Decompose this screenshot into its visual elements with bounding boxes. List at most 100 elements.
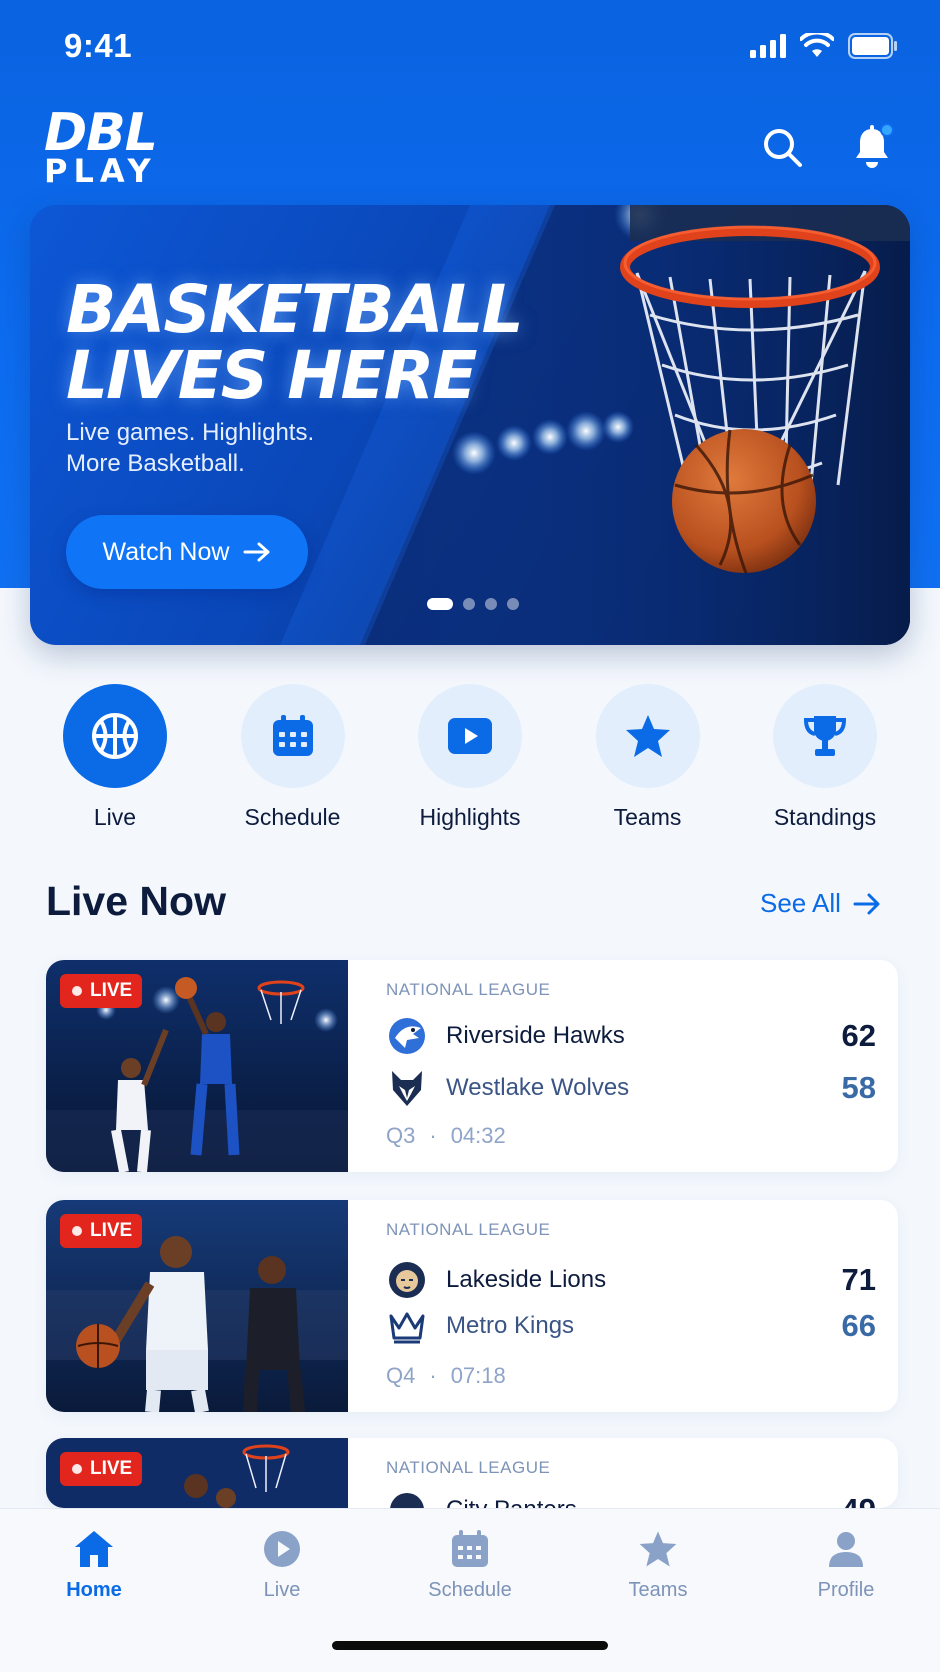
category-schedule[interactable]: Schedule [208, 684, 378, 831]
nav-label: Schedule [428, 1579, 512, 1601]
carousel-dot[interactable] [427, 598, 453, 610]
profile-icon [829, 1532, 863, 1567]
team-score: 62 [841, 1018, 876, 1053]
live-badge-label: LIVE [90, 980, 133, 1001]
panther-icon [386, 1489, 428, 1508]
nav-item-teams[interactable]: Teams [583, 1529, 733, 1602]
category-label: Teams [613, 804, 682, 830]
star-icon [639, 1531, 677, 1567]
game-status: Q4 · 07:18 [386, 1363, 506, 1389]
trophy-icon [803, 716, 847, 756]
watch-now-button[interactable]: Watch Now [66, 515, 308, 589]
team-name: Westlake Wolves [446, 1074, 630, 1101]
game-quarter: Q3 [386, 1123, 416, 1148]
hero-title-line1: BASKETBALL [66, 271, 524, 348]
game-status: Q3 · 04:32 [386, 1123, 506, 1149]
app-logo[interactable]: DBL PLAY [44, 107, 158, 190]
notifications-button[interactable] [848, 123, 896, 171]
live-dot [72, 1464, 82, 1474]
category-circle [240, 684, 345, 788]
signal-icon [750, 34, 786, 58]
game-thumbnail: LIVE [46, 1200, 348, 1412]
category-row: Live Schedule Highlights Teams Standings [30, 684, 910, 831]
game-clock: 04:32 [450, 1123, 506, 1148]
watch-now-label: Watch Now [102, 537, 230, 566]
carousel-dots[interactable] [427, 598, 519, 610]
live-badge: LIVE [60, 1214, 143, 1248]
category-live[interactable]: Live [30, 684, 200, 831]
wifi-icon [800, 33, 834, 57]
hero-title-line2: LIVES HERE [66, 337, 478, 414]
lion-icon [386, 1259, 428, 1301]
meta-separator: · [429, 1123, 437, 1148]
hero-banner[interactable]: BASKETBALL LIVES HERE Live games. Highli… [30, 205, 910, 645]
notification-dot [880, 123, 894, 137]
live-now-title: Live Now [46, 878, 226, 924]
league-label: NATIONAL LEAGUE [386, 1220, 551, 1239]
hero-subtitle: Live games. Highlights. More Basketball. [66, 417, 386, 479]
nav-item-live[interactable]: Live [207, 1529, 357, 1602]
see-all-link[interactable]: See All [760, 888, 881, 919]
game-thumbnail: LIVE [46, 960, 348, 1172]
team-row-home: City Panters 49 [386, 1488, 876, 1508]
category-label: Standings [773, 804, 877, 830]
calendar-icon [272, 715, 313, 756]
team-row-away: Westlake Wolves 58 [386, 1066, 876, 1110]
star-icon [625, 715, 670, 757]
team-name: City Panters [446, 1496, 577, 1508]
hero-subtitle-line2: More Basketball. [66, 450, 245, 477]
search-icon [764, 129, 802, 167]
logo-play: PLAY [44, 152, 157, 190]
game-clock: 07:18 [450, 1363, 506, 1388]
carousel-dot[interactable] [463, 598, 475, 610]
wolf-icon [386, 1067, 428, 1109]
crown-icon [386, 1305, 428, 1347]
team-score: 66 [841, 1308, 876, 1343]
category-label: Highlights [419, 804, 521, 830]
live-badge-label: LIVE [90, 1458, 133, 1479]
play-circle-icon [264, 1531, 300, 1567]
meta-separator: · [429, 1363, 437, 1388]
status-icons [750, 33, 898, 59]
nav-item-home[interactable]: Home [19, 1529, 169, 1602]
nav-items: Home Live Schedule Teams Profile [0, 1509, 940, 1602]
live-badge: LIVE [60, 974, 143, 1008]
game-thumbnail: LIVE [46, 1438, 348, 1508]
status-time: 9:41 [64, 27, 133, 64]
league-label: NATIONAL LEAGUE [386, 1458, 551, 1477]
game-card[interactable]: LIVE NATIONAL LEAGUE City Panters 49 [46, 1438, 898, 1508]
hero-subtitle-line1: Live games. Highlights. [66, 419, 315, 446]
category-circle [63, 684, 167, 788]
team-name: Riverside Hawks [446, 1022, 625, 1049]
nav-label: Profile [817, 1579, 875, 1601]
category-circle [418, 684, 522, 788]
play-icon [448, 718, 492, 754]
game-card[interactable]: LIVE NATIONAL LEAGUE Lakeside Lions 71 M… [46, 1200, 898, 1412]
team-row-home: Lakeside Lions 71 [386, 1258, 876, 1302]
live-badge-label: LIVE [90, 1220, 133, 1241]
game-card[interactable]: LIVE NATIONAL LEAGUE Riverside Hawks 62 … [46, 960, 898, 1172]
arrow-right-icon [243, 542, 270, 562]
see-all-label: See All [760, 888, 841, 918]
team-name: Metro Kings [446, 1312, 575, 1339]
home-indicator [332, 1641, 608, 1650]
team-score: 71 [841, 1262, 876, 1297]
header-actions [758, 123, 896, 171]
team-score: 58 [841, 1070, 876, 1105]
arrow-right-icon [853, 893, 880, 914]
status-bar: 9:41 [0, 0, 940, 92]
category-highlights[interactable]: Highlights [385, 684, 555, 831]
team-score: 49 [842, 1492, 876, 1508]
nav-item-schedule[interactable]: Schedule [395, 1529, 545, 1602]
app-header: DBL PLAY [0, 92, 940, 202]
carousel-dot[interactable] [507, 598, 519, 610]
category-label: Schedule [244, 804, 341, 830]
search-button[interactable] [758, 123, 806, 171]
team-name: Lakeside Lions [446, 1266, 607, 1293]
category-teams[interactable]: Teams [563, 684, 733, 831]
hawk-icon [386, 1015, 428, 1057]
live-dot [72, 986, 82, 996]
category-standings[interactable]: Standings [740, 684, 910, 831]
nav-item-profile[interactable]: Profile [771, 1529, 921, 1602]
carousel-dot[interactable] [485, 598, 497, 610]
